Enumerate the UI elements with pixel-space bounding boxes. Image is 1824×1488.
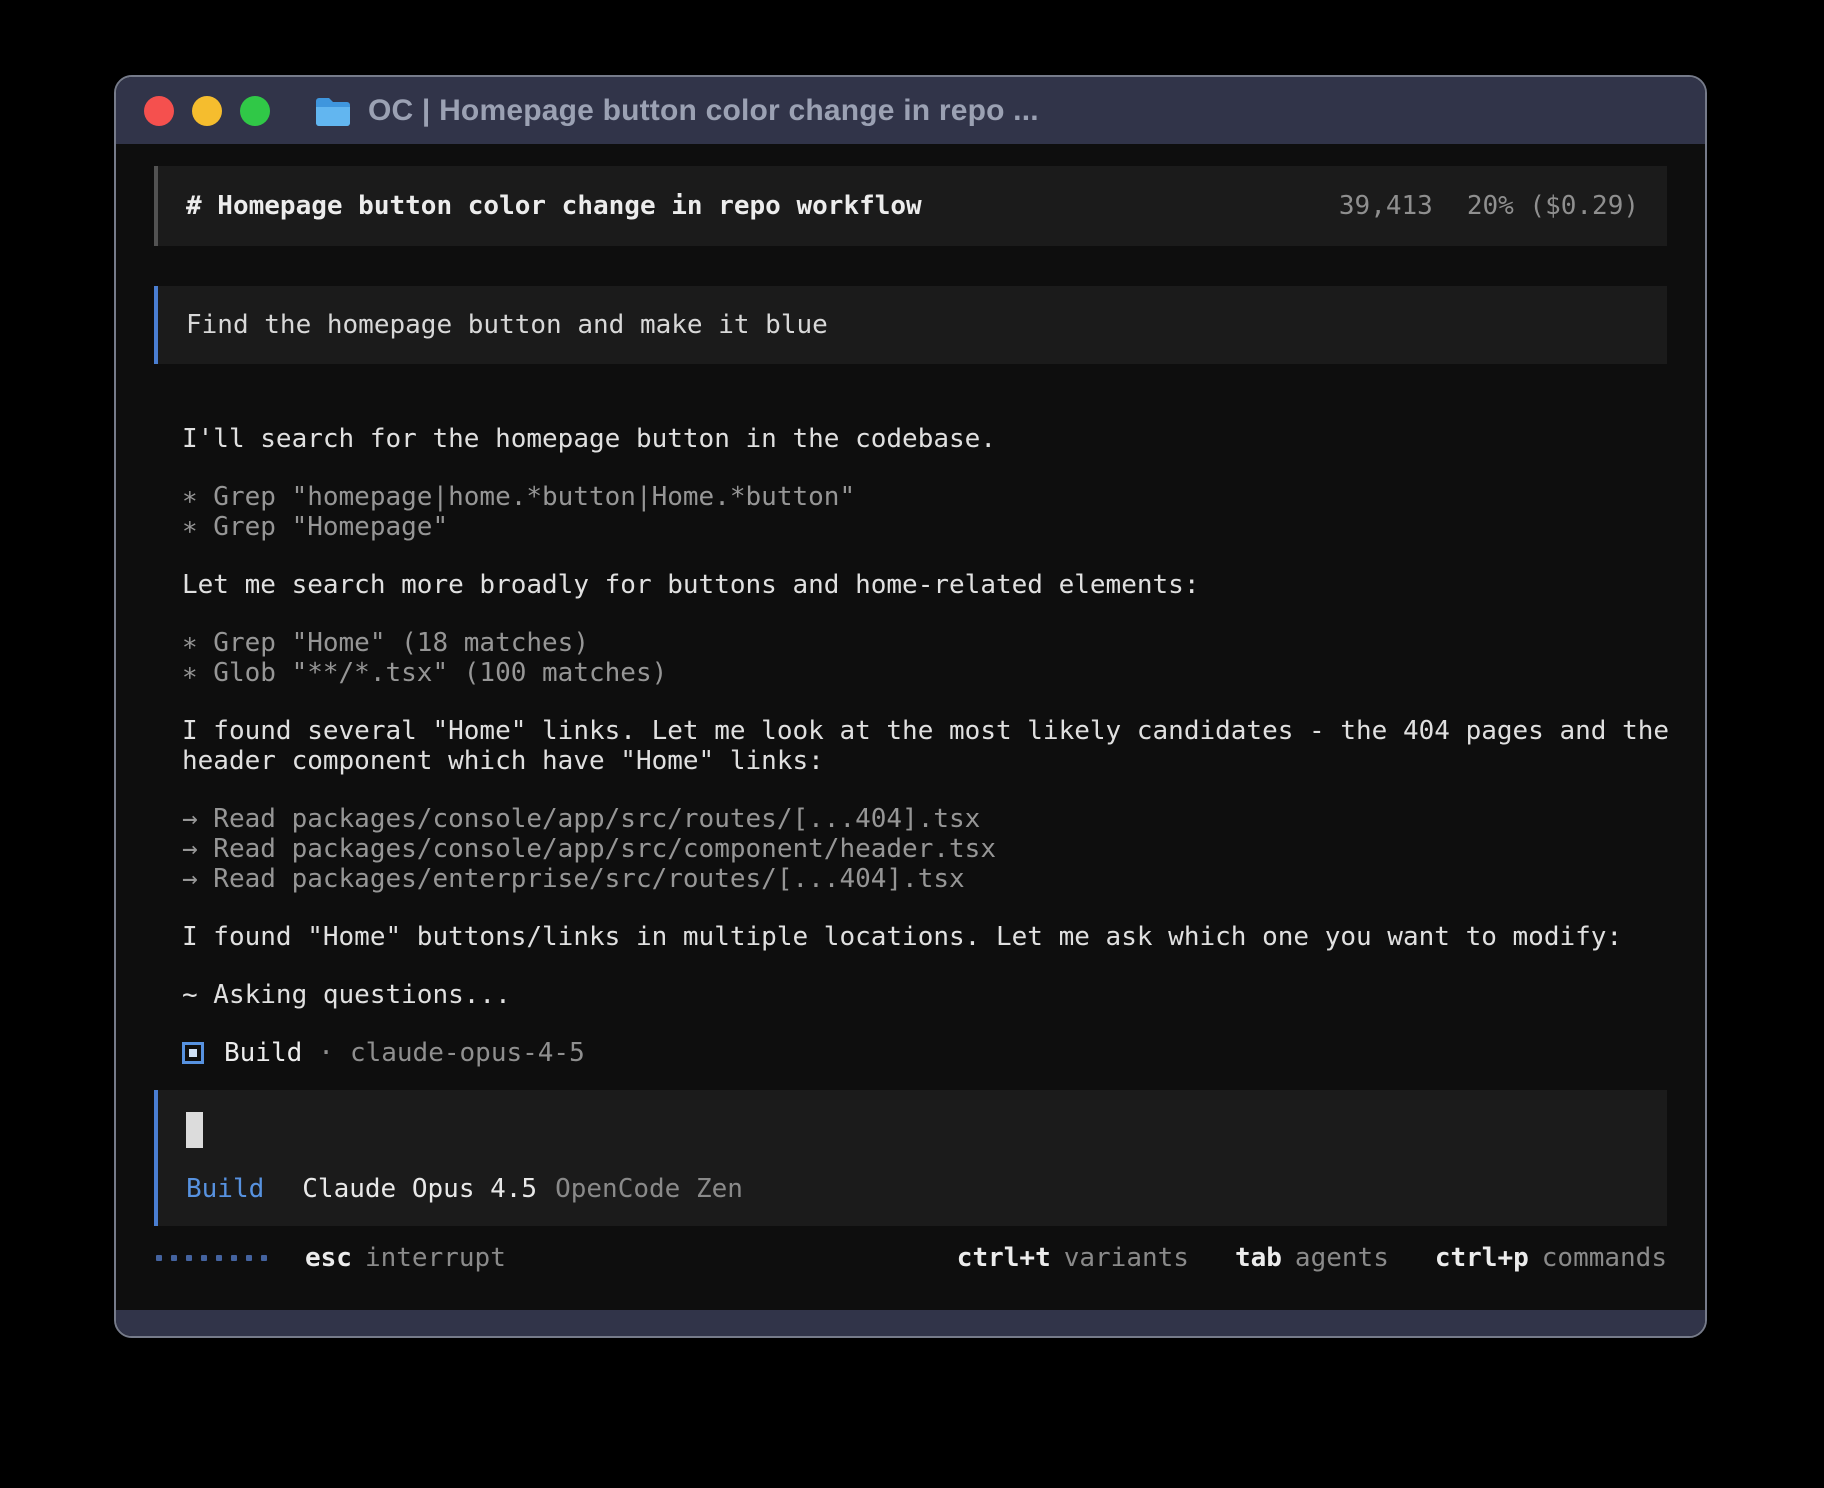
input-agent-label[interactable]: Build bbox=[186, 1174, 264, 1204]
folder-icon bbox=[314, 96, 352, 126]
spinner-dot bbox=[186, 1255, 192, 1261]
agent-status-row: Build · claude-opus-4-5 bbox=[182, 1038, 1667, 1068]
esc-key-hint[interactable]: esc bbox=[305, 1243, 352, 1273]
text-cursor bbox=[186, 1112, 203, 1148]
transcript-line: I'll search for the homepage button in t… bbox=[182, 424, 1667, 454]
agent-icon-dot bbox=[189, 1049, 197, 1057]
statusbar-left: esc interrupt bbox=[154, 1243, 506, 1273]
minimize-button[interactable] bbox=[192, 96, 222, 126]
statusbar-hints: ctrl+t variants tab agents ctrl+p commands bbox=[957, 1243, 1667, 1273]
transcript-line: I found several "Home" links. Let me loo… bbox=[182, 716, 1667, 746]
statusbar: esc interrupt ctrl+tvariantstabagentsctr… bbox=[154, 1242, 1667, 1274]
transcript-line: Let me search more broadly for buttons a… bbox=[182, 570, 1667, 600]
titlebar[interactable]: OC | Homepage button color change in rep… bbox=[116, 77, 1705, 144]
hint-key: ctrl+p bbox=[1435, 1243, 1529, 1273]
working-spinner bbox=[156, 1255, 267, 1261]
transcript-line: → Read packages/enterprise/src/routes/[.… bbox=[182, 864, 1667, 894]
separator-dot: · bbox=[318, 1038, 334, 1068]
session-title: # Homepage button color change in repo w… bbox=[186, 191, 922, 221]
transcript-line: → Read packages/console/app/src/routes/[… bbox=[182, 804, 1667, 834]
terminal-window: OC | Homepage button color change in rep… bbox=[114, 75, 1707, 1338]
transcript-line: ∗ Grep "Homepage" bbox=[182, 512, 1667, 542]
spinner-dot bbox=[216, 1255, 222, 1261]
input-meta-row: Build Claude Opus 4.5 OpenCode Zen bbox=[186, 1174, 1639, 1204]
prompt-input[interactable]: Build Claude Opus 4.5 OpenCode Zen bbox=[154, 1090, 1667, 1226]
session-stats: 39,413 20% ($0.29) bbox=[1339, 191, 1639, 221]
tool-call-group: ∗ Grep "homepage|home.*button|Home.*butt… bbox=[182, 482, 1667, 542]
keybind-hint-agents[interactable]: tab agents bbox=[1235, 1243, 1389, 1273]
assistant-text: I found several "Home" links. Let me loo… bbox=[182, 716, 1667, 776]
hint-label: variants bbox=[1064, 1243, 1189, 1273]
spinner-dot bbox=[261, 1255, 267, 1261]
tool-call-group: → Read packages/console/app/src/routes/[… bbox=[182, 804, 1667, 894]
context-usage: 20% ($0.29) bbox=[1467, 191, 1639, 221]
spinner-dot bbox=[156, 1255, 162, 1261]
assistant-text: ~ Asking questions... bbox=[182, 980, 1667, 1010]
hint-label: commands bbox=[1542, 1243, 1667, 1273]
token-count: 39,413 bbox=[1339, 191, 1433, 221]
maximize-button[interactable] bbox=[240, 96, 270, 126]
user-message-text: Find the homepage button and make it blu… bbox=[186, 310, 828, 340]
session-header: # Homepage button color change in repo w… bbox=[154, 166, 1667, 246]
hint-key: ctrl+t bbox=[957, 1243, 1051, 1273]
transcript-line: → Read packages/console/app/src/componen… bbox=[182, 834, 1667, 864]
spinner-dot bbox=[231, 1255, 237, 1261]
user-message: Find the homepage button and make it blu… bbox=[154, 286, 1667, 364]
keybind-hint-variants[interactable]: ctrl+t variants bbox=[957, 1243, 1189, 1273]
hint-label: agents bbox=[1295, 1243, 1389, 1273]
terminal-content: # Homepage button color change in repo w… bbox=[116, 144, 1705, 1310]
transcript-line: ∗ Grep "Home" (18 matches) bbox=[182, 628, 1667, 658]
esc-key-label: interrupt bbox=[365, 1243, 506, 1273]
agent-build-icon bbox=[182, 1042, 204, 1064]
assistant-text: I'll search for the homepage button in t… bbox=[182, 424, 1667, 454]
transcript-line: ~ Asking questions... bbox=[182, 980, 1667, 1010]
assistant-text: I found "Home" buttons/links in multiple… bbox=[182, 922, 1667, 952]
traffic-lights bbox=[144, 96, 270, 126]
close-button[interactable] bbox=[144, 96, 174, 126]
spinner-dot bbox=[201, 1255, 207, 1261]
window-bottom-edge bbox=[116, 1310, 1705, 1336]
transcript-line: ∗ Glob "**/*.tsx" (100 matches) bbox=[182, 658, 1667, 688]
transcript: I'll search for the homepage button in t… bbox=[154, 424, 1667, 1010]
hint-key: tab bbox=[1235, 1243, 1282, 1273]
input-model-label[interactable]: Claude Opus 4.5 bbox=[302, 1174, 537, 1204]
tool-call-group: ∗ Grep "Home" (18 matches)∗ Glob "**/*.t… bbox=[182, 628, 1667, 688]
spinner-dot bbox=[171, 1255, 177, 1261]
window-title: OC | Homepage button color change in rep… bbox=[368, 94, 1039, 128]
transcript-line: I found "Home" buttons/links in multiple… bbox=[182, 922, 1667, 952]
spinner-dot bbox=[246, 1255, 252, 1261]
agent-name: Build bbox=[224, 1038, 302, 1068]
input-provider-label: OpenCode Zen bbox=[555, 1174, 743, 1204]
assistant-text: Let me search more broadly for buttons a… bbox=[182, 570, 1667, 600]
agent-model: claude-opus-4-5 bbox=[350, 1038, 585, 1068]
transcript-line: header component which have "Home" links… bbox=[182, 746, 1667, 776]
transcript-line: ∗ Grep "homepage|home.*button|Home.*butt… bbox=[182, 482, 1667, 512]
keybind-hint-commands[interactable]: ctrl+p commands bbox=[1435, 1243, 1667, 1273]
